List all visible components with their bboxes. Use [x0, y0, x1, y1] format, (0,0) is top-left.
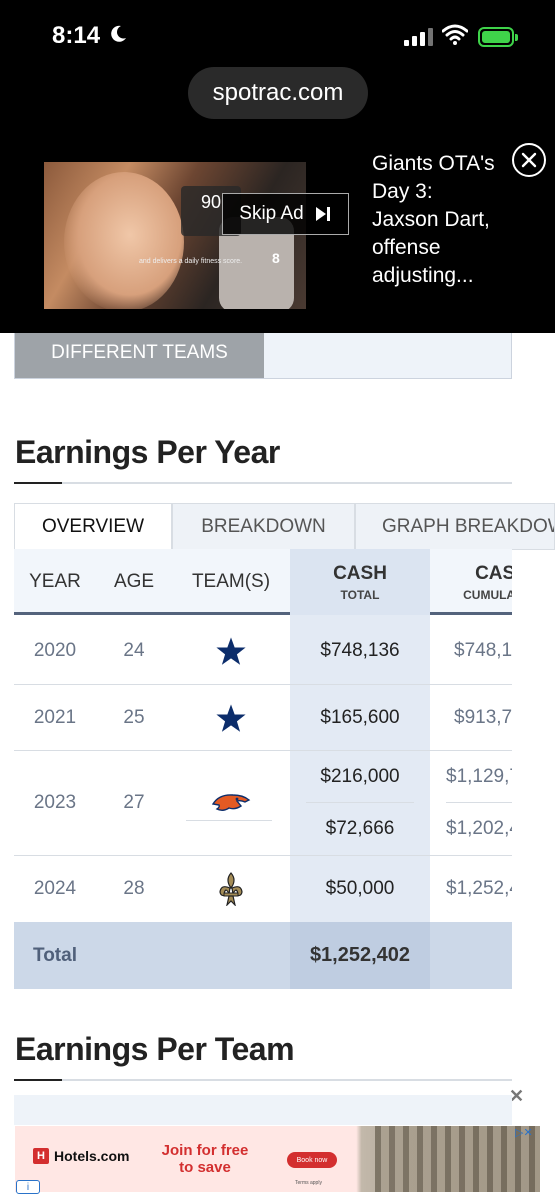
skip-forward-icon: [315, 207, 330, 221]
hotels-banner-ad[interactable]: H Hotels.com Join for free to save Book …: [15, 1126, 540, 1192]
section-title-earnings-per-year: Earnings Per Year: [15, 434, 280, 470]
total-cash: $1,252,402: [290, 922, 430, 989]
status-bar: 8:14: [0, 0, 555, 70]
table-total-row: Total $1,252,402: [14, 922, 512, 989]
tab-breakdown[interactable]: BREAKDOWN: [172, 503, 355, 550]
video-ad-overlay: 90 and delivers a daily fitness score. 8…: [0, 138, 555, 333]
tab-different-teams-label: DIFFERENT TEAMS: [51, 342, 228, 363]
close-icon: [521, 152, 537, 168]
tab-overview[interactable]: OVERVIEW: [14, 503, 172, 550]
cell-team[interactable]: [172, 618, 290, 684]
cell-cash: $165,600: [320, 706, 400, 728]
banner-terms: Terms apply: [295, 1180, 322, 1186]
table-row: 2020 24 $748,136 $748,136: [14, 618, 512, 685]
section-divider-accent: [14, 1079, 62, 1081]
tab-graph-breakdown[interactable]: GRAPH BREAKDOWN: [355, 503, 555, 550]
broncos-logo-icon: [211, 794, 251, 811]
thumb-logo: 8: [272, 250, 280, 266]
cowboys-star-icon: [214, 634, 248, 668]
section-title-earnings-per-team: Earnings Per Team: [15, 1031, 295, 1067]
banner-headline: Join for free to save: [161, 1142, 249, 1176]
hotels-h-icon: H: [33, 1148, 49, 1164]
skip-ad-label: Skip Ad: [239, 203, 304, 224]
video-ad-headline[interactable]: Giants OTA's Day 3: Jaxson Dart, offense…: [372, 150, 502, 290]
header-cash-cumulative[interactable]: CASH CUMULATIVE: [430, 549, 512, 615]
cellular-signal-icon: [404, 28, 433, 46]
focus-moon-icon: [111, 25, 126, 42]
battery-charging-icon: [478, 27, 518, 47]
cell-team[interactable]: [172, 856, 290, 922]
wifi-icon: [442, 24, 468, 45]
close-video-ad-button[interactable]: [512, 143, 546, 177]
book-now-button[interactable]: Book now: [287, 1152, 337, 1168]
ad-info-icon[interactable]: i: [16, 1180, 40, 1194]
section-divider-accent: [14, 482, 62, 484]
cell-cash-second: $72,666: [325, 818, 395, 839]
ad-choices-icon[interactable]: ▷✕: [515, 1126, 533, 1139]
earnings-view-tabs: OVERVIEW BREAKDOWN GRAPH BREAKDOWN: [14, 503, 555, 550]
header-cash-total[interactable]: CASH TOTAL: [290, 549, 430, 615]
url-field[interactable]: spotrac.com: [188, 67, 368, 119]
table-header-row: YEAR AGE TEAM(S) CASH TOTAL CASH CUMULAT…: [14, 549, 512, 615]
cell-year: 2023: [33, 792, 77, 813]
browser-url-bar: spotrac.com: [0, 67, 555, 140]
cell-year: 2021: [33, 706, 77, 728]
saints-fleur-de-lis-icon: [219, 872, 243, 906]
cell-cumulative: $748,136: [454, 640, 512, 661]
header-age[interactable]: AGE: [96, 549, 172, 615]
total-label: Total: [33, 944, 77, 966]
earnings-per-team-header-peek: [14, 1095, 512, 1125]
hotels-brand: Hotels.com: [54, 1148, 130, 1164]
video-ad-thumbnail[interactable]: 90 and delivers a daily fitness score. 8: [44, 162, 306, 309]
cell-cumulative: $913,736: [454, 706, 512, 728]
cell-cash: $50,000: [325, 878, 395, 899]
header-cumulative-sub: CUMULATIVE: [463, 587, 512, 602]
cell-team[interactable]: [172, 751, 290, 855]
cell-year: 2020: [33, 640, 77, 661]
header-cumulative-label: CASH: [475, 562, 512, 584]
table-row: 2024 28 $50,000 $1,252,402: [14, 856, 512, 922]
header-cash-label: CASH: [333, 562, 387, 584]
cell-team[interactable]: [172, 685, 290, 750]
hotels-logo: H Hotels.com: [33, 1148, 129, 1164]
header-teams[interactable]: TEAM(S): [172, 549, 290, 615]
cell-year: 2024: [33, 878, 77, 899]
cell-cash: $748,136: [320, 640, 400, 661]
cell-age: 25: [123, 706, 145, 728]
table-row: 2023 27 $216,000 $72,666 $1,129,736 $1,2…: [14, 751, 512, 856]
cell-age: 28: [123, 878, 145, 899]
cell-age: 24: [123, 640, 145, 661]
earnings-per-year-table: YEAR AGE TEAM(S) CASH TOTAL CASH CUMULAT…: [14, 549, 512, 989]
cowboys-star-icon: [214, 701, 248, 734]
header-cash-sub: TOTAL: [340, 587, 380, 602]
cell-cash: $216,000: [320, 766, 400, 787]
cell-cumulative: $1,252,402: [446, 878, 512, 899]
thumb-caption: and delivers a daily fitness score.: [139, 258, 243, 265]
cell-cumulative-second: $1,202,402: [446, 818, 512, 839]
skip-ad-button[interactable]: Skip Ad: [222, 193, 349, 235]
section-divider: [14, 1079, 512, 1081]
header-year[interactable]: YEAR: [14, 549, 96, 615]
table-row: 2021 25 $165,600 $913,736: [14, 685, 512, 751]
cell-cumulative: $1,129,736: [446, 766, 512, 787]
section-divider: [14, 482, 512, 484]
clock: 8:14: [52, 22, 101, 49]
cell-age: 27: [123, 792, 145, 813]
